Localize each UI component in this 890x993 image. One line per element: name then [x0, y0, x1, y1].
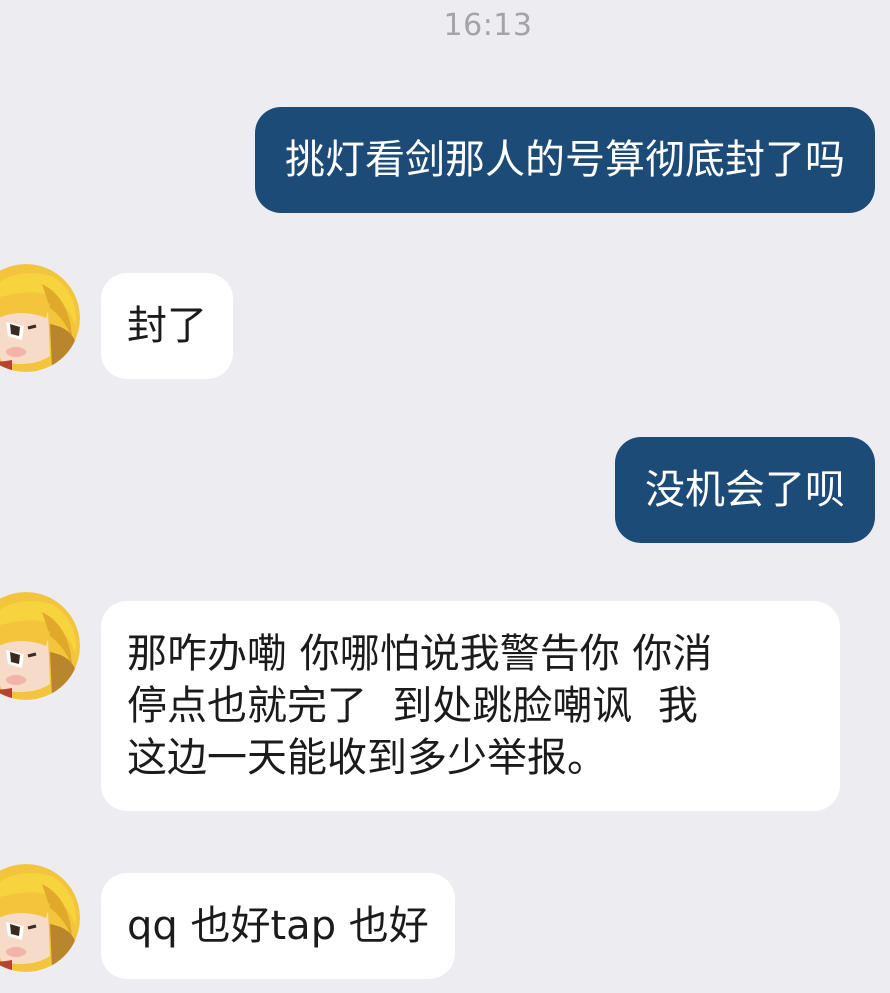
- outgoing-message-bubble[interactable]: 没机会了呗: [615, 437, 875, 543]
- message-timestamp: 16:13: [443, 8, 533, 43]
- incoming-message-bubble[interactable]: qq 也好tap 也好: [101, 873, 455, 979]
- outgoing-message-bubble[interactable]: 挑灯看剑那人的号算彻底封了吗: [255, 107, 875, 213]
- avatar-icon: [0, 864, 80, 972]
- contact-avatar[interactable]: [0, 592, 80, 700]
- incoming-message-bubble[interactable]: 封了: [101, 273, 233, 379]
- contact-avatar[interactable]: [0, 264, 80, 372]
- incoming-message-bubble[interactable]: 那咋办嘞 你哪怕说我警告你 你消 停点也就完了 到处跳脸嘲讽 我 这边一天能收到…: [101, 601, 840, 811]
- avatar-icon: [0, 264, 80, 372]
- chat-view: 16:13 挑灯看剑那人的号算彻底封了吗 封了 没机会了呗 那咋办嘞 你哪怕说我…: [0, 0, 890, 993]
- avatar-icon: [0, 592, 80, 700]
- contact-avatar[interactable]: [0, 864, 80, 972]
